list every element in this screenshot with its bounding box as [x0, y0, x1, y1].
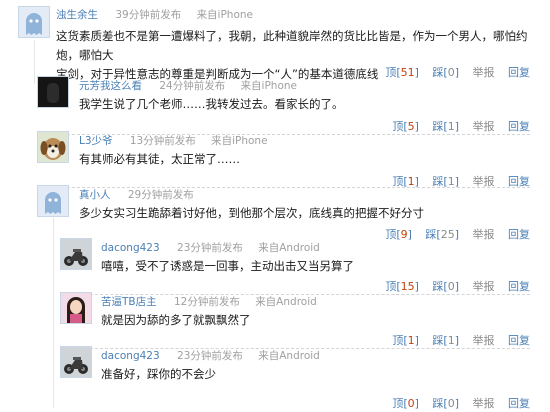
- post-source: 来自Android: [258, 350, 320, 362]
- comment-item: 元芳我这么看 24分钟前发布 来自iPhone 我学生说了几个老师……我转发过去…: [0, 76, 550, 134]
- comment-text-line: 多少女实习生跪舔着讨好他，到他那个层次，底线真的把握不好分寸: [79, 206, 424, 220]
- post-time: 12分钟前发布: [173, 296, 240, 308]
- comment-text: 嘻嘻，受不了诱惑是一回事，主动出击又当另算了: [101, 257, 531, 276]
- motorcycle-photo-avatar[interactable]: [60, 238, 92, 270]
- comment-text-line: 准备好，踩你的不会少: [101, 367, 216, 381]
- post-time: 23分钟前发布: [177, 242, 243, 254]
- post-source: 来自iPhone: [196, 9, 254, 21]
- post-time: 39分钟前发布: [115, 9, 182, 21]
- username-link[interactable]: 苦逼TB店主: [101, 296, 157, 308]
- post-time: 29分钟前发布: [127, 189, 194, 201]
- comment-item: 浊生余生 39分钟前发布 来自iPhone 这货素质差也不是第一遭爆料了，我朝，…: [0, 0, 550, 84]
- post-source: 来自iPhone: [240, 80, 298, 92]
- comment-item: dacong423 23分钟前发布 来自Android 嘻嘻，受不了诱惑是一回事…: [0, 238, 550, 294]
- post-source: 来自iPhone: [211, 135, 268, 147]
- post-time: 13分钟前发布: [129, 135, 196, 147]
- comment-text: 多少女实习生跪舔着讨好他，到他那个层次，底线真的把握不好分寸: [79, 204, 529, 223]
- comment-thread: { "comments": [ { "user": "浊生余生", "time"…: [0, 0, 550, 412]
- comment-item: dacong423 23分钟前发布 来自Android 准备好，踩你的不会少 顶…: [0, 346, 550, 412]
- comment-text: 准备好，踩你的不会少: [101, 365, 531, 384]
- username-link[interactable]: L3少爷: [79, 135, 113, 147]
- reply-button[interactable]: 回复: [508, 397, 530, 410]
- top-label: 顶: [392, 397, 404, 410]
- comment-text-line: 有其师必有其徒，太正常了……: [79, 152, 240, 166]
- comment-item: 真小人 29分钟前发布 多少女实习生跪舔着讨好他，到他那个层次，底线真的把握不好…: [0, 185, 550, 243]
- down-count: 0: [447, 397, 455, 410]
- comment-text-line: 嘻嘻，受不了诱惑是一回事，主动出击又当另算了: [101, 259, 354, 273]
- comment-text-line: 就是因为舔的多了就飘飘然了: [101, 313, 251, 327]
- report-button[interactable]: 举报: [473, 397, 495, 410]
- comment-text-line: 这货素质差也不是第一遭爆料了，我朝，此种道貌岸然的货比比皆是，作为一个男人，哪怕…: [56, 29, 528, 62]
- top-button[interactable]: 顶[0]: [392, 397, 419, 410]
- comment-item: 苦逼TB店主 12分钟前发布 来自Android 就是因为舔的多了就飘飘然了 顶…: [0, 292, 550, 348]
- comment-item: L3少爷 13分钟前发布 来自iPhone 有其师必有其徒，太正常了…… 顶[1…: [0, 131, 550, 188]
- username-link[interactable]: 真小人: [79, 189, 111, 201]
- ghost-avatar[interactable]: [37, 185, 69, 217]
- girl-photo-avatar[interactable]: [60, 292, 92, 324]
- down-button[interactable]: 踩[0]: [432, 397, 459, 410]
- top-count: 0: [407, 397, 415, 410]
- down-label: 踩: [432, 397, 444, 410]
- ghost-avatar[interactable]: [18, 6, 50, 38]
- post-source: 来自Android: [258, 242, 320, 254]
- username-link[interactable]: 浊生余生: [56, 9, 98, 21]
- post-time: 23分钟前发布: [177, 350, 243, 362]
- post-source: 来自Android: [255, 296, 317, 308]
- dog-photo-avatar[interactable]: [37, 131, 69, 163]
- comment-text: 有其师必有其徒，太正常了……: [79, 150, 529, 169]
- motorcycle-photo-avatar[interactable]: [60, 346, 92, 378]
- username-link[interactable]: dacong423: [101, 350, 160, 362]
- post-time: 24分钟前发布: [159, 80, 226, 92]
- comment-text: 就是因为舔的多了就飘飘然了: [101, 311, 531, 330]
- dark-photo-avatar[interactable]: [37, 76, 69, 108]
- username-link[interactable]: dacong423: [101, 242, 160, 254]
- comment-text-line: 我学生说了几个老师……我转发过去。看家长的了。: [79, 97, 344, 111]
- comment-text: 我学生说了几个老师……我转发过去。看家长的了。: [79, 95, 529, 114]
- username-link[interactable]: 元芳我这么看: [79, 80, 142, 92]
- comment-actions: 顶[0] 踩[0] 举报 回复: [392, 395, 530, 411]
